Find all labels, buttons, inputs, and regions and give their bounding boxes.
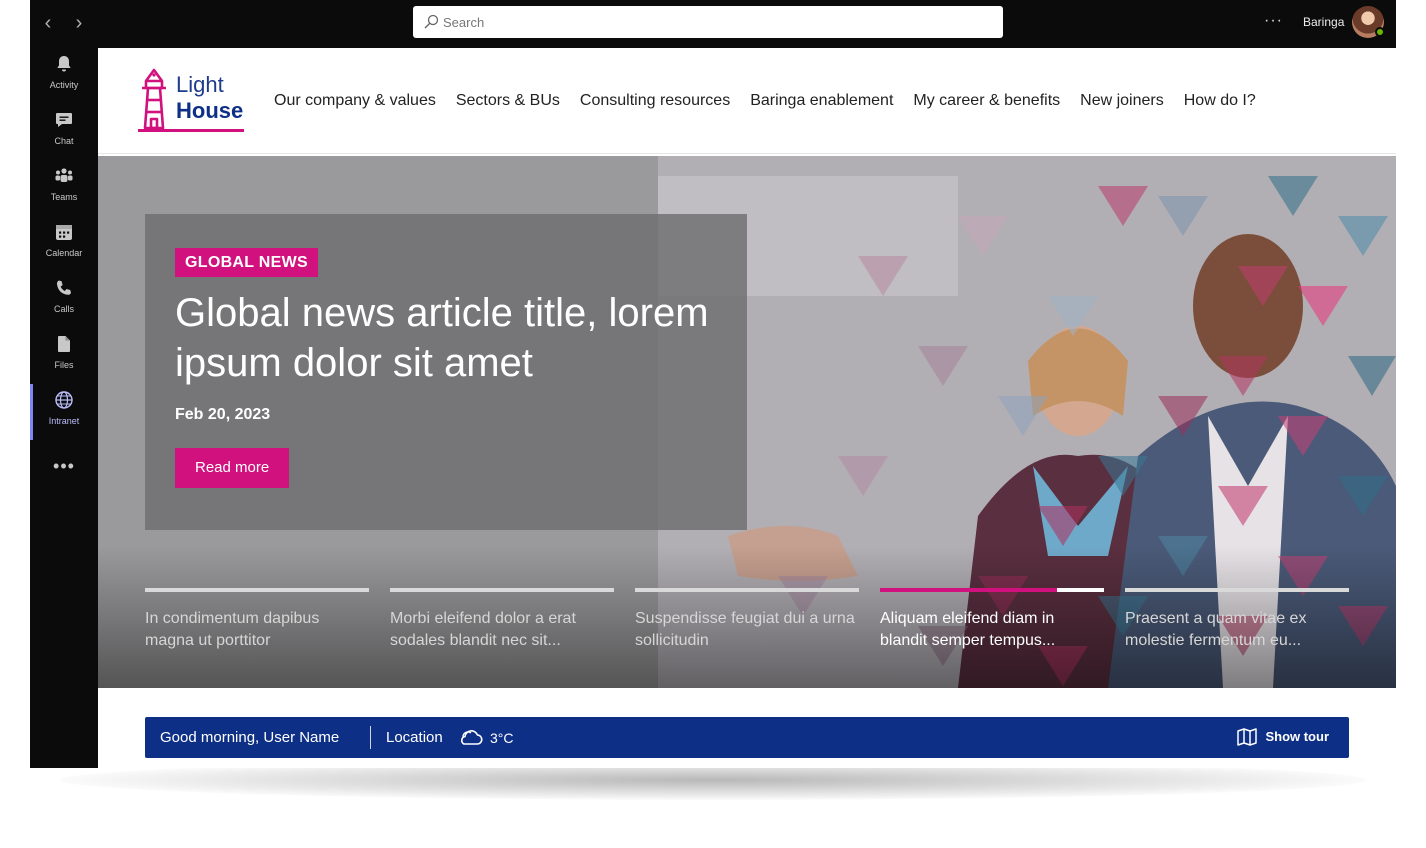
bell-icon — [57, 56, 71, 72]
rail-item-files[interactable]: Files — [30, 328, 98, 384]
calendar-icon — [56, 225, 72, 240]
nav-baringa-enablement[interactable]: Baringa enablement — [750, 92, 893, 110]
app-rail: Activity Chat Teams Calendar Calls Files… — [30, 48, 98, 768]
back-arrow-icon[interactable]: ‹ — [36, 12, 60, 36]
nav-career-benefits[interactable]: My career & benefits — [913, 92, 1060, 110]
teams-window: ‹ › ··· Baringa Activity — [30, 0, 1396, 768]
globe-icon — [55, 391, 73, 409]
rail-item-label: Activity — [49, 80, 79, 90]
main-navigation: Our company & values Sectors & BUs Consu… — [274, 92, 1256, 110]
logo-text-light: Light — [176, 72, 224, 97]
slide-title: Aliquam eleifend diam in blandit semper … — [880, 610, 1056, 649]
more-options-button[interactable]: ··· — [1264, 12, 1283, 30]
slide-progress-bar — [390, 588, 614, 592]
file-icon — [58, 336, 70, 352]
carousel-slide-1[interactable]: In condimentum dapibus magna ut porttito… — [145, 588, 369, 668]
greeting-divider — [370, 726, 371, 749]
phone-icon — [56, 280, 71, 295]
slide-progress-fill — [880, 588, 1057, 592]
user-name: Baringa — [1303, 15, 1345, 29]
slide-title: In condimentum dapibus magna ut porttito… — [145, 610, 320, 649]
nav-how-do-i[interactable]: How do I? — [1184, 92, 1256, 110]
title-bar: ‹ › ··· Baringa — [30, 0, 1396, 48]
show-tour-label: Show tour — [1265, 729, 1329, 744]
site-header: Light House Our company & values Sectors… — [98, 48, 1396, 154]
greeting-bar: Good morning, User Name Location 3°C Sho… — [145, 717, 1349, 758]
slide-progress-bar — [145, 588, 369, 592]
logo-text-house: House — [176, 98, 244, 123]
rail-item-teams[interactable]: Teams — [30, 160, 98, 216]
article-date: Feb 20, 2023 — [175, 406, 271, 423]
rail-item-label: Files — [54, 360, 74, 370]
nav-consulting-resources[interactable]: Consulting resources — [580, 92, 730, 110]
greeting-text: Good morning, User Name — [160, 729, 340, 746]
teams-icon — [55, 168, 73, 182]
show-tour-button[interactable]: Show tour — [1237, 728, 1329, 746]
cloudy-weather-icon — [461, 730, 483, 745]
carousel-slide-2[interactable]: Morbi eleifend dolor a erat sodales blan… — [390, 588, 614, 668]
rail-item-label: Chat — [54, 136, 74, 146]
map-icon — [1237, 728, 1258, 746]
slide-title: Suspendisse feugiat dui a urna sollicitu… — [635, 610, 855, 649]
slide-title: Morbi eleifend dolor a erat sodales blan… — [390, 610, 576, 649]
presence-available-icon — [1375, 27, 1385, 37]
carousel-slide-3[interactable]: Suspendisse feugiat dui a urna sollicitu… — [635, 588, 859, 668]
location-label[interactable]: Location — [386, 729, 443, 746]
more-apps-button[interactable]: ••• — [30, 456, 98, 477]
carousel-slides: In condimentum dapibus magna ut porttito… — [145, 588, 1349, 668]
nav-our-company[interactable]: Our company & values — [274, 92, 436, 110]
rail-item-label: Calls — [53, 304, 74, 314]
temperature-value: 3°C — [490, 730, 514, 746]
nav-sectors[interactable]: Sectors & BUs — [456, 92, 560, 110]
nav-new-joiners[interactable]: New joiners — [1080, 92, 1164, 110]
forward-arrow-icon[interactable]: › — [67, 12, 91, 36]
category-badge: GLOBAL NEWS — [175, 248, 319, 277]
rail-item-activity[interactable]: Activity — [30, 48, 98, 104]
rail-item-label: Intranet — [48, 416, 80, 426]
slide-progress-remaining — [1057, 588, 1104, 592]
slide-title: Praesent a quam vitae ex molestie fermen… — [1125, 610, 1307, 649]
chat-icon — [56, 113, 72, 127]
rail-item-chat[interactable]: Chat — [30, 104, 98, 160]
rail-item-label: Teams — [50, 192, 78, 202]
rail-item-calls[interactable]: Calls — [30, 272, 98, 328]
hero-carousel: GLOBAL NEWS Global news article title, l… — [98, 156, 1396, 688]
article-title[interactable]: Global news article title, lorem ipsum d… — [175, 288, 735, 388]
search-box[interactable] — [413, 6, 1003, 38]
carousel-slide-5[interactable]: Praesent a quam vitae ex molestie fermen… — [1125, 588, 1349, 668]
rail-item-label: Calendar — [45, 248, 83, 258]
rail-item-calendar[interactable]: Calendar — [30, 216, 98, 272]
slide-progress-bar — [1125, 588, 1349, 592]
read-more-button[interactable]: Read more — [175, 448, 290, 488]
search-input[interactable] — [443, 6, 993, 38]
search-icon — [424, 14, 439, 29]
carousel-slide-4[interactable]: Aliquam eleifend diam in blandit semper … — [880, 588, 1104, 668]
rail-item-intranet[interactable]: Intranet — [30, 384, 98, 440]
slide-progress-bar — [880, 588, 1104, 592]
logo-underline — [138, 129, 244, 132]
hero-article-card: GLOBAL NEWS Global news article title, l… — [145, 214, 747, 530]
slide-progress-bar — [635, 588, 859, 592]
